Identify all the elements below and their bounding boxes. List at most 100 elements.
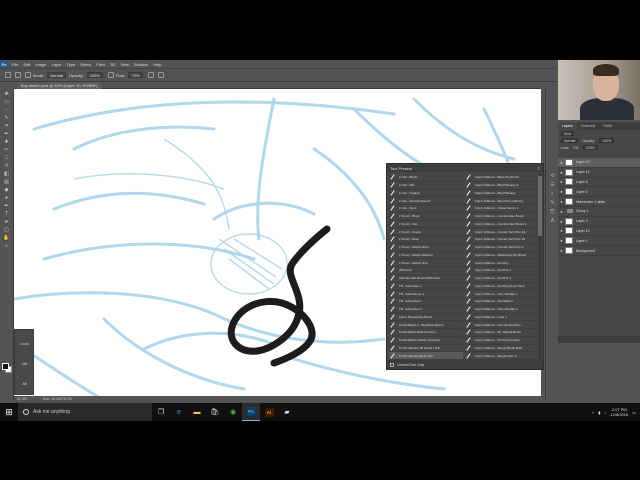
tool-preset-item[interactable]: Kyle's Gibbons - Comics Tech Pen 10 (465, 236, 539, 244)
tool-preset-item[interactable]: Kyle's Gibbons - Do Dirty (465, 259, 539, 267)
blur-tool-icon[interactable]: ◆ (3, 187, 10, 193)
layer-row[interactable]: ● Group 1 (558, 207, 640, 217)
visibility-eye-icon[interactable]: ● (558, 228, 565, 233)
menu-window[interactable]: Window (134, 62, 148, 67)
menu-type[interactable]: Type (67, 62, 76, 67)
menu-view[interactable]: View (120, 62, 129, 67)
tool-preset-item[interactable]: Kyle's Gibbons - Deliciously Dry Brush (465, 252, 539, 260)
tool-preset-item[interactable]: Kyle's Gibbons - PS Pencil Grass (465, 337, 539, 345)
illustrator-taskbar-icon[interactable]: Ai (260, 403, 278, 421)
tool-preset-item[interactable]: KYLE Basics Charity Charcoal (389, 337, 463, 345)
tool-preset-item[interactable]: Kyle's Gibbons - Do Dirty 2 (465, 267, 539, 275)
tool-preset-item[interactable]: z Pencil - Flat (389, 221, 463, 229)
tool-preset-item[interactable]: KYLE Basics 1 - Big Bold Hatcher (389, 321, 463, 329)
foreground-color-swatch[interactable] (2, 363, 9, 370)
tool-preset-item[interactable]: Kyle's Gibbons - Do Dirty Pencil Tech (465, 283, 539, 291)
eraser-tool-icon[interactable]: ◧ (3, 171, 10, 177)
photoshop-taskbar-icon[interactable]: Ps (242, 403, 260, 421)
tool-preset-item[interactable]: Kyle's Gibbons - Brush Beauty 2 (465, 182, 539, 190)
blend-mode-select[interactable]: Normal (561, 138, 579, 143)
clone-stamp-icon[interactable]: ⎍ (3, 155, 10, 161)
dodge-tool-icon[interactable]: ● (3, 195, 10, 201)
tool-preset-item[interactable]: z Pencil - Sketch Hard (389, 244, 463, 252)
tab-channels[interactable]: Channels (577, 124, 600, 128)
brush-icon[interactable]: ✎ (549, 200, 556, 206)
tool-preset-item[interactable]: TB - Add noise 1 (389, 283, 463, 291)
flow-field[interactable]: 70% (128, 72, 143, 78)
current-tool-only-checkbox[interactable] (390, 362, 394, 367)
pressure-opacity-icon[interactable] (107, 72, 114, 78)
tool-preset-item[interactable]: Kyle's Gibbons - Rough Inker 2 (465, 352, 539, 360)
tool-preset-item[interactable]: Kyle's Gibbons - Do Dirty 3 (465, 275, 539, 283)
layer-row[interactable]: ● Layer 14 (558, 168, 640, 178)
history-icon[interactable]: ⟲ (549, 173, 556, 179)
menu-filter[interactable]: Filter (96, 62, 105, 67)
brush-panel-icon[interactable] (25, 72, 31, 78)
tab-paths[interactable]: Paths (599, 124, 616, 128)
chrome-icon[interactable]: ◉ (224, 403, 242, 421)
tool-preset-item[interactable]: Kyle's Gibbons - Comics Tech Pen Ink (465, 228, 539, 236)
tool-preset-item[interactable]: z Inks - Brush (389, 174, 463, 182)
tool-preset-item[interactable]: Kyle's Gibbons - Dirty Doodler 1 (465, 306, 539, 314)
tab-layers[interactable]: Layers (558, 122, 577, 130)
shape-tool-icon[interactable]: ▢ (3, 227, 10, 233)
tool-preset-item[interactable]: Kyle's Gibbons - Brush Pen with Dry (465, 197, 539, 205)
tablet-ctrl-button[interactable]: Ctrl (18, 362, 31, 366)
gradient-tool-icon[interactable]: ▤ (3, 179, 10, 185)
type-tool-icon[interactable]: T (3, 211, 10, 217)
visibility-eye-icon[interactable]: ● (558, 209, 565, 214)
clone-source-icon[interactable]: ⎘ (549, 209, 556, 215)
layer-row[interactable]: ● Layer 10 (558, 158, 640, 168)
menu-image[interactable]: Image (35, 62, 46, 67)
opacity-field[interactable]: 100% (86, 72, 103, 78)
tool-preset-item[interactable]: KYLE Ultimate 2B Pencil 1 Bar (389, 345, 463, 353)
network-icon[interactable]: ▮ (598, 410, 600, 415)
menu-select[interactable]: Select (80, 62, 91, 67)
file-explorer-icon[interactable]: ▬ (188, 403, 206, 421)
tablet-alt-button[interactable]: Alt (18, 382, 31, 386)
tool-preset-item[interactable]: Kyle's Gibbons - Mr. Natural Brush (465, 329, 539, 337)
tool-preset-item[interactable]: z Inks - Organic (389, 190, 463, 198)
app-taskbar-icon[interactable]: ▰ (278, 403, 296, 421)
tool-preset-item[interactable]: Kyle's Gibbons - Dot Mask 1 (465, 298, 539, 306)
layer-row[interactable]: ● Layer 2 (558, 187, 640, 198)
tool-preset-item[interactable]: Kyle's Gibbons - Lotar 1 (465, 314, 539, 322)
layer-row[interactable]: ● Layer 6 (558, 178, 640, 188)
menu-help[interactable]: Help (153, 62, 161, 67)
brush-size-icon[interactable] (15, 72, 21, 78)
tool-preset-item[interactable]: Kyle's Gibbons - Chaos Gonzo 1 (465, 205, 539, 213)
healing-tool-icon[interactable]: ✚ (3, 139, 10, 145)
crop-tool-icon[interactable]: ⌗ (3, 123, 10, 129)
zoom-tool-icon[interactable]: ⌕ (3, 243, 10, 249)
properties-icon[interactable]: ☰ (549, 182, 556, 188)
mode-select[interactable]: Normal (47, 72, 67, 78)
clock[interactable]: 2:07 PM 12/8/2016 (610, 407, 628, 417)
menu-file[interactable]: File (12, 62, 18, 67)
visibility-eye-icon[interactable]: ● (558, 238, 565, 243)
tool-preset-item[interactable]: Kyle's Gibbons - Brush Beauty (465, 190, 539, 198)
tool-preset-item[interactable]: KYLE Basics Balloonie Pen (389, 329, 463, 337)
fill-field[interactable]: 100% (582, 145, 598, 150)
tablet-undo-button[interactable]: Undo (18, 342, 31, 346)
tool-preset-item[interactable]: Kyle's Gibbons - Bone Dry Brush (465, 174, 539, 182)
tool-preset-item[interactable]: z Pencil - Real (389, 236, 463, 244)
windows-start-icon[interactable]: ⊞ (0, 403, 18, 421)
pressure-size-icon[interactable] (157, 72, 164, 78)
tool-preset-item[interactable]: Kyle's Gibbons - Rough Brush Bold (465, 345, 539, 353)
layer-row[interactable]: ● Layer 12 (558, 227, 640, 237)
visibility-eye-icon[interactable]: ● (558, 170, 565, 175)
tool-preset-item[interactable]: z Inks - Smooth Round (389, 197, 463, 205)
zoom-level[interactable]: 62.5% (17, 397, 27, 401)
layer-row[interactable]: ● Layer 1 (558, 236, 640, 247)
tool-preset-item[interactable]: TB - add noise 3 (389, 306, 463, 314)
store-icon[interactable]: 🛍 (206, 403, 224, 421)
tool-preset-item[interactable]: Kyle's Perspective Brush (389, 314, 463, 322)
character-icon[interactable]: A (549, 218, 556, 224)
tool-preset-item[interactable]: 2B Pencil (389, 267, 463, 275)
brush-tool-icon[interactable] (5, 72, 11, 78)
tool-preset-item[interactable]: z Pencil - Grainy (389, 228, 463, 236)
tray-chevron-icon[interactable]: ˄ (592, 410, 594, 415)
tool-preset-item[interactable]: KYLE Ultimate Brush Pen (389, 352, 463, 360)
visibility-eye-icon[interactable]: ● (558, 160, 565, 165)
menu-edit[interactable]: Edit (23, 62, 30, 67)
